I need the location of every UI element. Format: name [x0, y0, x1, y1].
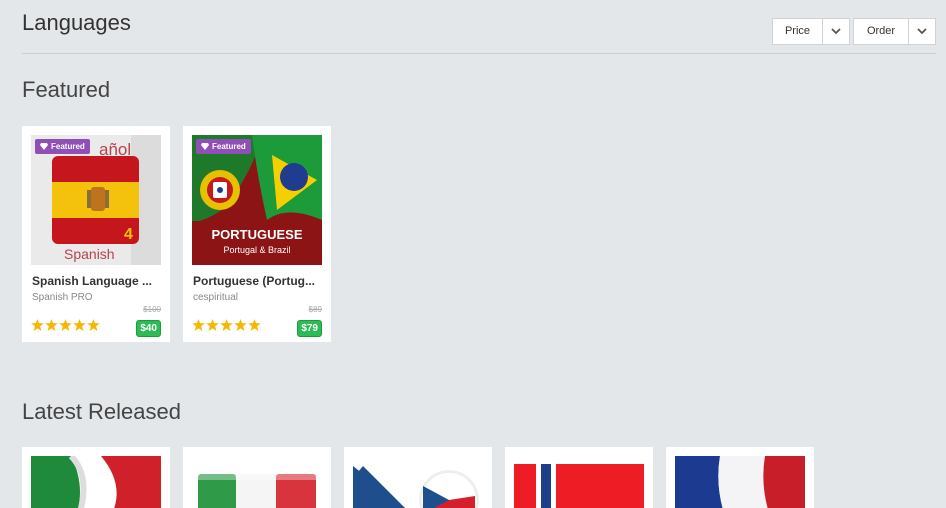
star-icon [234, 319, 247, 331]
star-icon [248, 319, 261, 331]
product-author[interactable]: Spanish PRO [32, 292, 93, 303]
sort-price-dropdown[interactable]: Price [772, 18, 850, 45]
spanish-thumbnail[interactable]: añol 4 Spanish Featured [31, 135, 161, 265]
sort-order-dropdown[interactable]: Order [853, 18, 936, 45]
norway-flag-thumbnail[interactable] [514, 456, 644, 508]
thumb-title: PORTUGUESE [211, 227, 302, 242]
star-icon [59, 319, 72, 331]
product-price[interactable]: $40 [136, 320, 161, 337]
product-old-price: $100 [143, 305, 161, 314]
featured-badge: Featured [35, 139, 90, 154]
sort-price-label: Price [773, 19, 823, 44]
rating-stars [31, 319, 100, 331]
product-name[interactable]: Spanish Language ... [32, 274, 164, 288]
thumb-number: 4 [124, 226, 133, 243]
page-title: Languages [22, 10, 131, 35]
star-icon [192, 319, 205, 331]
product-name[interactable]: Portuguese (Portug... [193, 274, 325, 288]
product-old-price: $89 [308, 305, 322, 314]
italy-flag-thumbnail[interactable] [192, 456, 322, 508]
product-card-portuguese[interactable]: PORTUGUESE Portugal & Brazil Featured Po… [183, 126, 331, 342]
product-card-latest[interactable] [22, 447, 170, 508]
product-card-spanish[interactable]: añol 4 Spanish Featured Spanish Language… [22, 126, 170, 342]
portuguese-thumbnail[interactable]: PORTUGUESE Portugal & Brazil Featured [192, 135, 322, 265]
star-icon [31, 319, 44, 331]
diamond-icon [201, 143, 209, 150]
star-icon [220, 319, 233, 331]
product-card-latest[interactable] [666, 447, 814, 508]
thumb-subtitle: Portugal & Brazil [223, 245, 290, 255]
product-author[interactable]: cespiritual [193, 292, 238, 303]
chevron-down-icon[interactable] [823, 19, 849, 44]
czech-flag-thumbnail[interactable] [353, 456, 483, 508]
header-divider [22, 53, 936, 54]
france-flag-waving-thumbnail[interactable] [675, 456, 805, 508]
rating-stars [192, 319, 261, 331]
star-icon [45, 319, 58, 331]
sort-order-label: Order [854, 19, 909, 44]
star-icon [87, 319, 100, 331]
italy-flag-waving-thumbnail[interactable] [31, 456, 161, 508]
product-card-latest[interactable] [505, 447, 653, 508]
latest-section-title: Latest Released [22, 399, 181, 424]
thumb-word-bottom: Spanish [64, 246, 115, 262]
diamond-icon [40, 143, 48, 150]
star-icon [206, 319, 219, 331]
star-icon [73, 319, 86, 331]
chevron-down-icon[interactable] [909, 19, 935, 44]
sort-bar: Price Order [772, 18, 936, 45]
product-card-latest[interactable] [344, 447, 492, 508]
featured-badge: Featured [196, 139, 251, 154]
featured-section-title: Featured [22, 77, 111, 102]
product-price[interactable]: $79 [297, 320, 322, 337]
product-card-latest[interactable] [183, 447, 331, 508]
